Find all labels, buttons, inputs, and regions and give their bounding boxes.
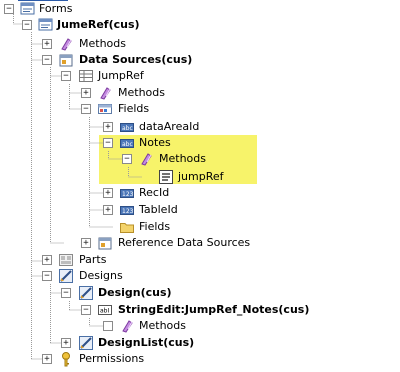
node-label: Design(cus): [98, 286, 172, 299]
expand-toggle[interactable]: +: [103, 188, 113, 198]
node-label: Methods: [118, 86, 165, 99]
field-icon: abc: [119, 135, 135, 151]
datasources-icon: [97, 235, 113, 251]
collapse-toggle[interactable]: −: [81, 104, 91, 114]
aot-tree: − Forms − JumeRef(cus) + Methods − Data …: [0, 0, 400, 367]
expand-toggle[interactable]: +: [81, 238, 91, 248]
methods-icon: [138, 151, 154, 167]
tree-node-permissions[interactable]: + Permissions: [0, 351, 160, 367]
parts-icon: [58, 252, 74, 268]
expand-toggle[interactable]: +: [42, 354, 52, 364]
node-label: Fields: [118, 102, 150, 115]
svg-text:abI: abI: [100, 308, 109, 315]
svg-text:123: 123: [122, 191, 134, 198]
collapse-toggle[interactable]: −: [61, 71, 71, 81]
tree-node-jumpref[interactable]: − JumpRef: [0, 68, 160, 84]
collapse-toggle[interactable]: −: [4, 4, 14, 14]
expand-placeholder-box[interactable]: [103, 321, 113, 331]
tree-node-fields-group[interactable]: Fields: [0, 219, 200, 235]
collapse-toggle[interactable]: −: [122, 154, 132, 164]
node-label: StringEdit:JumpRef_Notes(cus): [118, 303, 310, 316]
methods-icon: [97, 85, 113, 101]
stringedit-icon: abI: [97, 302, 113, 318]
svg-text:123: 123: [122, 208, 134, 215]
methods-icon: [58, 36, 74, 52]
node-label: Designs: [79, 269, 123, 282]
tree-node-methods-datasource[interactable]: + Methods: [0, 85, 180, 101]
tree-node-datasources[interactable]: − Data Sources(cus): [0, 52, 200, 68]
tree-node-forms[interactable]: − Forms: [0, 1, 120, 17]
tree-node-fields[interactable]: − Fields: [0, 101, 180, 117]
tree-node-tableid[interactable]: + 123 TableId: [0, 202, 200, 218]
collapse-toggle[interactable]: −: [103, 138, 113, 148]
methods-icon: [119, 318, 135, 334]
field-icon: 123: [119, 185, 135, 201]
expand-toggle[interactable]: +: [61, 338, 71, 348]
designs-icon: [58, 268, 74, 284]
fields-icon: [97, 101, 113, 117]
tree-node-methods-form[interactable]: + Methods: [0, 36, 140, 52]
collapse-toggle[interactable]: −: [42, 271, 52, 281]
expand-toggle[interactable]: +: [103, 205, 113, 215]
expand-toggle[interactable]: +: [42, 39, 52, 49]
node-label: JumeRef(cus): [57, 18, 140, 31]
node-label: Methods: [159, 152, 206, 165]
tree-node-designs[interactable]: − Designs: [0, 268, 140, 284]
folder-icon: [119, 219, 135, 235]
tree-node-jumeref[interactable]: − JumeRef(cus): [0, 17, 160, 33]
table-icon: [78, 68, 94, 84]
expand-toggle[interactable]: +: [42, 255, 52, 265]
node-label: Parts: [79, 253, 107, 266]
node-label: Forms: [39, 2, 73, 15]
node-label: Methods: [79, 37, 126, 50]
collapse-toggle[interactable]: −: [81, 305, 91, 315]
node-label: Data Sources(cus): [79, 53, 193, 66]
node-label: Notes: [139, 136, 171, 149]
node-label: JumpRef: [98, 69, 144, 82]
tree-node-recid[interactable]: + 123 RecId: [0, 185, 200, 201]
node-label: Fields: [139, 220, 171, 233]
design-icon: [78, 285, 94, 301]
expand-toggle[interactable]: +: [103, 122, 113, 132]
expand-toggle[interactable]: +: [81, 88, 91, 98]
datasources-icon: [58, 52, 74, 68]
collapse-toggle[interactable]: −: [61, 288, 71, 298]
method-icon: [158, 169, 174, 185]
design-icon: [78, 335, 94, 351]
svg-text:abc: abc: [122, 125, 133, 132]
tree-node-dataareaid[interactable]: + abc dataAreaId: [0, 119, 200, 135]
field-icon: 123: [119, 202, 135, 218]
collapse-toggle[interactable]: −: [22, 20, 32, 30]
collapse-toggle[interactable]: −: [42, 55, 52, 65]
tree-node-methods-stringedit[interactable]: Methods: [0, 318, 200, 334]
tree-node-stringedit[interactable]: − abI StringEdit:JumpRef_Notes(cus): [0, 302, 310, 318]
tree-node-parts[interactable]: + Parts: [0, 252, 140, 268]
tree-node-methods-notes[interactable]: − Methods: [0, 151, 220, 167]
tree-node-designlist[interactable]: + DesignList(cus): [0, 335, 200, 351]
field-icon: abc: [119, 119, 135, 135]
permissions-icon: [58, 351, 74, 367]
tree-node-design[interactable]: − Design(cus): [0, 285, 180, 301]
node-label: TableId: [139, 203, 178, 216]
node-label: DesignList(cus): [98, 336, 195, 349]
forms-icon: [20, 1, 36, 17]
form-icon: [38, 17, 54, 33]
tree-node-jumpref-method[interactable]: jumpRef: [0, 169, 240, 185]
node-label: Reference Data Sources: [118, 236, 251, 249]
svg-text:abc: abc: [122, 141, 133, 148]
tree-node-notes[interactable]: − abc Notes: [0, 135, 200, 151]
node-label: Methods: [139, 319, 186, 332]
tree-node-reference-datasources[interactable]: + Reference Data Sources: [0, 235, 260, 251]
node-label: RecId: [139, 186, 170, 199]
node-label: jumpRef: [178, 170, 224, 183]
node-label: dataAreaId: [139, 120, 200, 133]
node-label: Permissions: [79, 352, 145, 365]
